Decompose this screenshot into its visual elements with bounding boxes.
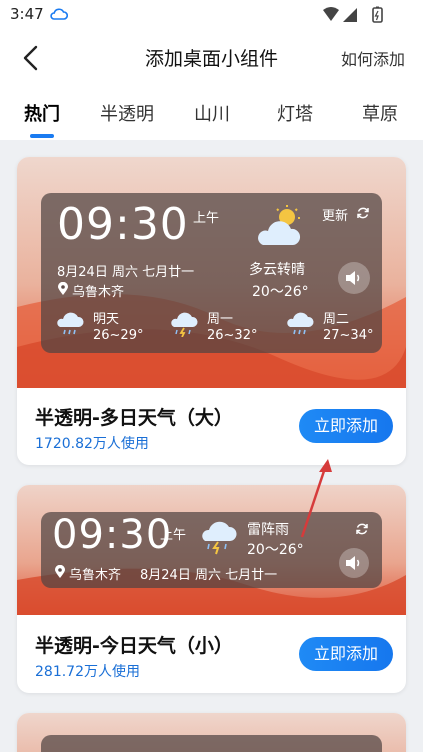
status-time: 3:47 (10, 5, 44, 23)
widget-time: 09:30 (57, 199, 189, 250)
header-bar: 添加桌面小组件 如何添加 (0, 32, 423, 84)
card-usage-count: 281.72万人使用 (35, 664, 140, 680)
active-tab-indicator (30, 134, 54, 138)
forecast-day-3: 周二 (323, 312, 350, 327)
weather-widget-preview (41, 735, 382, 752)
partly-cloudy-icon (258, 205, 301, 245)
tab-translucent[interactable]: 半透明 (100, 100, 154, 126)
tab-lighthouse[interactable]: 灯塔 (277, 100, 313, 126)
widget-date: 8月24日 周六 七月廿一 (140, 568, 278, 583)
forecast-day-2: 周一 (207, 312, 234, 327)
how-to-add-link[interactable]: 如何添加 (341, 46, 405, 70)
add-now-button[interactable]: 立即添加 (299, 637, 393, 671)
widget-temp-range: 20～26° (247, 542, 304, 558)
signal-wifi-battery-icon (323, 6, 383, 23)
widget-ampm: 上午 (160, 528, 187, 543)
weather-widget-preview-large: 09:30 上午 8月24日 周六 七月廿一 乌鲁木齐 更新 多云转晴 20～2… (41, 193, 382, 353)
widget-ampm: 上午 (193, 211, 220, 226)
tab-mountains[interactable]: 山川 (194, 100, 230, 126)
widget-card-today-weather[interactable]: 09:30 上午 雷阵雨 20～26° 乌鲁木齐 8月24日 周六 七月廿一 半… (17, 485, 406, 693)
card-usage-count: 1720.82万人使用 (35, 436, 149, 452)
widget-card-multi-day-weather[interactable]: 09:30 上午 8月24日 周六 七月廿一 乌鲁木齐 更新 多云转晴 20～2… (17, 157, 406, 465)
widget-card-partial[interactable] (17, 713, 406, 752)
card-title: 半透明-今日天气（小） (35, 635, 233, 657)
widget-refresh-label: 更新 (322, 209, 349, 224)
category-tabs: 热门 半透明 山川 灯塔 草原 (0, 84, 423, 140)
forecast-day-1: 明天 (93, 312, 120, 327)
forecast-temp-2: 26~32° (207, 328, 258, 343)
speaker-icon (346, 556, 360, 570)
voice-broadcast-button (339, 548, 369, 578)
thunderstorm-icon (202, 521, 237, 555)
card-title: 半透明-多日天气（大） (35, 407, 233, 429)
status-bar: 3:47 (0, 0, 423, 32)
tab-grassland[interactable]: 草原 (362, 100, 398, 126)
widget-location: 乌鲁木齐 (69, 568, 122, 583)
speaker-icon (346, 271, 360, 285)
widget-temp-range: 20～26° (252, 284, 309, 300)
widget-condition: 雷阵雨 (247, 522, 289, 538)
rain-cloud-icon (57, 312, 84, 335)
widget-time: 09:30 (52, 512, 173, 558)
forecast-temp-3: 27~34° (323, 328, 374, 343)
widget-condition: 多云转晴 (249, 262, 305, 278)
rain-cloud-icon (287, 312, 314, 335)
widget-location: 乌鲁木齐 (72, 285, 125, 300)
refresh-icon (357, 207, 369, 219)
voice-broadcast-button (338, 262, 370, 294)
refresh-icon (356, 523, 368, 535)
tab-hot[interactable]: 热门 (24, 100, 60, 126)
location-pin-icon (58, 282, 68, 295)
forecast-temp-1: 26~29° (93, 328, 144, 343)
thunderstorm-icon (171, 312, 198, 337)
location-pin-icon (55, 565, 65, 578)
cloud-notification-icon (50, 8, 68, 20)
weather-widget-preview-small: 09:30 上午 雷阵雨 20～26° 乌鲁木齐 8月24日 周六 七月廿一 (41, 512, 382, 588)
add-now-button[interactable]: 立即添加 (299, 409, 393, 443)
widget-date: 8月24日 周六 七月廿一 (57, 265, 195, 280)
